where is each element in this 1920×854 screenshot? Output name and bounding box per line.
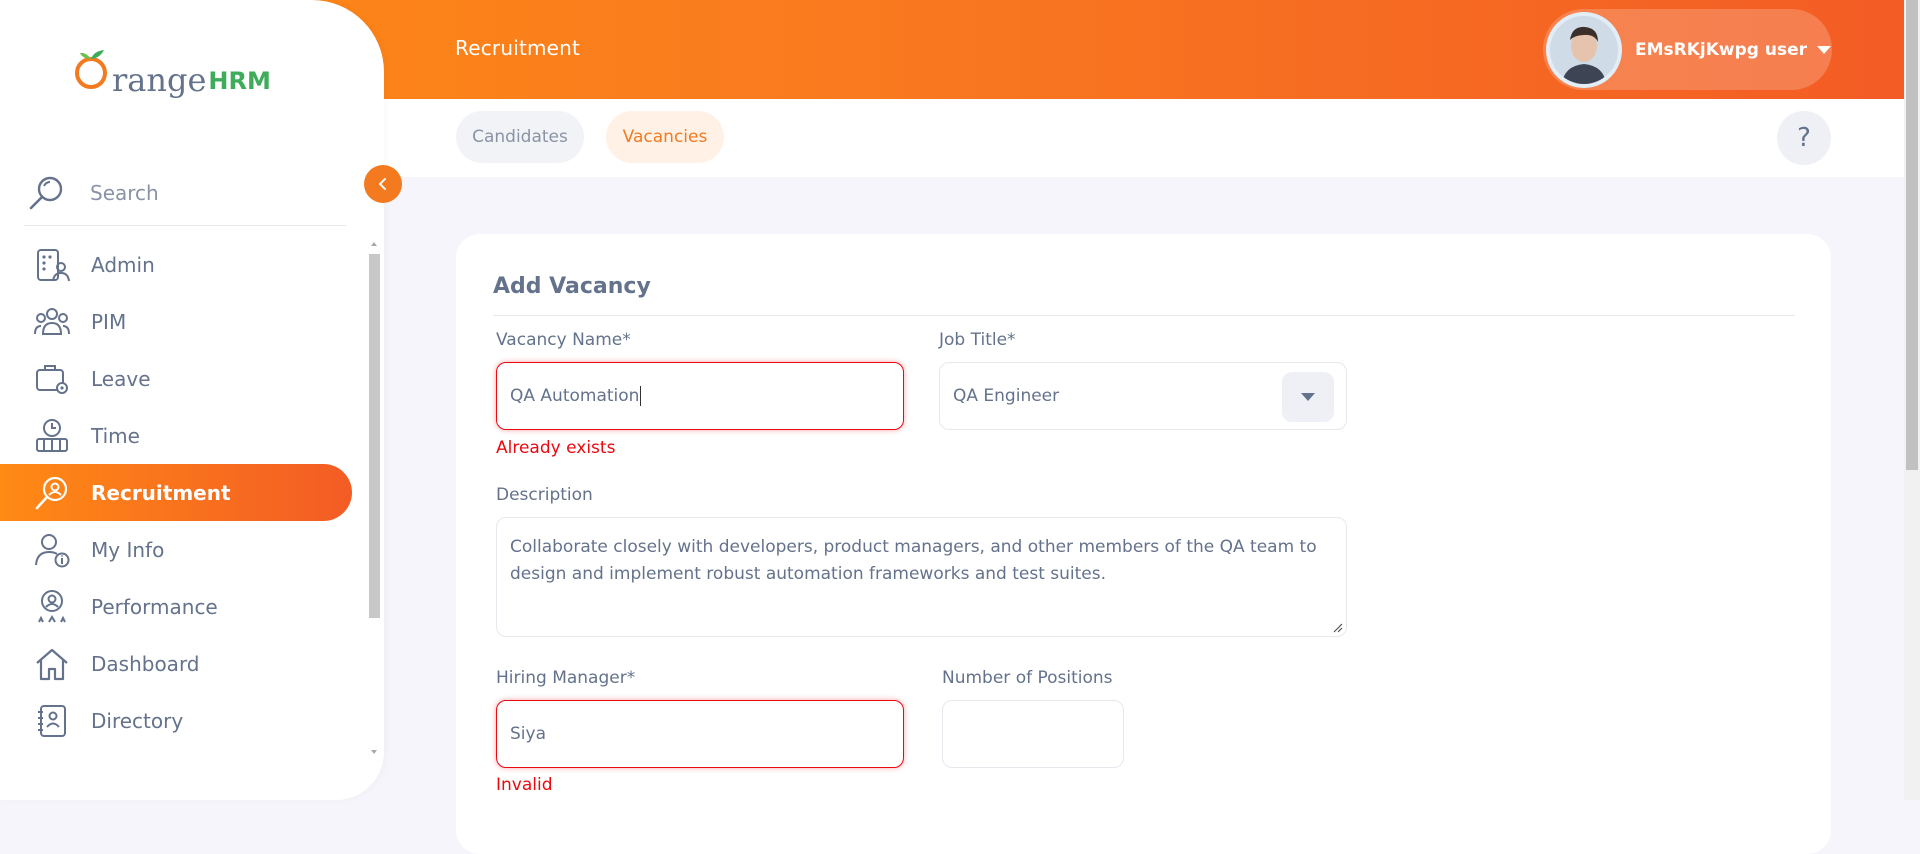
sidebar-item-label: Leave [91,366,151,391]
recruitment-icon [30,471,74,515]
sidebar-item-label: Recruitment [91,480,231,505]
sub-navigation: Candidates Vacancies ? [384,99,1904,177]
my-info-icon [30,528,74,572]
sidebar-item-label: Time [91,423,140,448]
hiring-manager-label: Hiring Manager* [496,668,636,688]
sidebar-item-label: Dashboard [91,651,200,676]
sidebar-item-recruitment[interactable]: Recruitment [0,464,352,521]
sidebar-search[interactable]: Search [24,160,346,226]
chevron-down-icon [1301,393,1315,401]
sidebar-item-label: Directory [91,708,184,733]
description-label: Description [496,485,593,505]
sidebar-item-my-info[interactable]: My Info [0,521,362,578]
page-title: Add Vacancy [493,274,651,299]
sidebar-item-label: Admin [91,252,155,277]
job-title-select[interactable]: QA Engineer [939,362,1347,430]
tab-vacancies[interactable]: Vacancies [606,111,724,163]
sidebar-item-directory[interactable]: Directory [0,692,362,749]
collapse-sidebar-button[interactable] [364,165,402,203]
performance-icon [30,585,74,629]
directory-icon [30,699,74,743]
leave-icon [30,357,74,401]
avatar [1546,11,1622,88]
divider [493,315,1795,316]
job-title-label: Job Title* [939,330,1016,350]
job-title-value: QA Engineer [953,386,1060,406]
sidebar-item-label: Performance [91,594,218,619]
chevron-down-icon [1817,45,1832,54]
description-value: Collaborate closely with developers, pro… [510,537,1317,584]
sidebar-item-time[interactable]: Time [0,407,362,464]
vacancy-name-input[interactable]: QA Automation [496,362,904,430]
vacancy-name-value: QA Automation [510,386,640,406]
page-scrollbar[interactable] [1904,0,1920,800]
text-cursor [640,386,642,406]
page-scrollbar-thumb[interactable] [1906,0,1918,470]
sidebar-item-performance[interactable]: Performance [0,578,362,635]
search-icon [24,171,68,215]
sidebar-item-dashboard[interactable]: Dashboard [0,635,362,692]
logo-hrm-text: HRM [208,67,271,95]
sidebar-item-leave[interactable]: Leave [0,350,362,407]
sidebar-menu: Admin PIM Leave Time Recruitment My Info… [0,236,362,749]
scroll-down-icon[interactable] [371,750,377,754]
number-of-positions-label: Number of Positions [942,668,1113,688]
dashboard-icon [30,642,74,686]
sidebar-item-admin[interactable]: Admin [0,236,362,293]
orange-fruit-icon [75,50,107,89]
job-title-dropdown-button[interactable] [1282,372,1334,422]
help-button[interactable]: ? [1777,111,1831,165]
time-icon [30,414,74,458]
hiring-manager-error: Invalid [496,775,553,795]
sidebar: range HRM Search Admin PIM Leave Time Re… [0,0,384,800]
vacancy-name-label: Vacancy Name* [496,330,631,350]
resize-handle-icon[interactable] [1331,621,1343,633]
description-textarea[interactable]: Collaborate closely with developers, pro… [496,517,1347,637]
sidebar-item-pim[interactable]: PIM [0,293,362,350]
scroll-up-icon[interactable] [371,242,377,246]
sidebar-item-label: PIM [91,309,127,334]
brand-logo: range HRM [74,48,271,96]
sidebar-scrollbar[interactable] [367,238,382,758]
user-dropdown[interactable]: EMsRKjKwpg user [1543,9,1832,90]
tab-candidates[interactable]: Candidates [456,111,584,163]
admin-icon [30,243,74,287]
search-label: Search [90,180,159,205]
logo-o [74,47,112,96]
pim-icon [30,300,74,344]
vacancy-name-error: Already exists [496,438,616,458]
hiring-manager-input[interactable]: Siya [496,700,904,768]
add-vacancy-card: Add Vacancy Vacancy Name* QA Automation … [456,234,1831,854]
hiring-manager-value: Siya [510,724,546,744]
logo-range-text: range [112,61,207,99]
chevron-left-icon [379,178,386,190]
sidebar-scrollbar-thumb[interactable] [369,254,380,618]
sidebar-item-label: My Info [91,537,165,562]
number-of-positions-input[interactable] [942,700,1124,768]
user-name: EMsRKjKwpg user [1635,39,1808,60]
module-title: Recruitment [455,36,581,60]
